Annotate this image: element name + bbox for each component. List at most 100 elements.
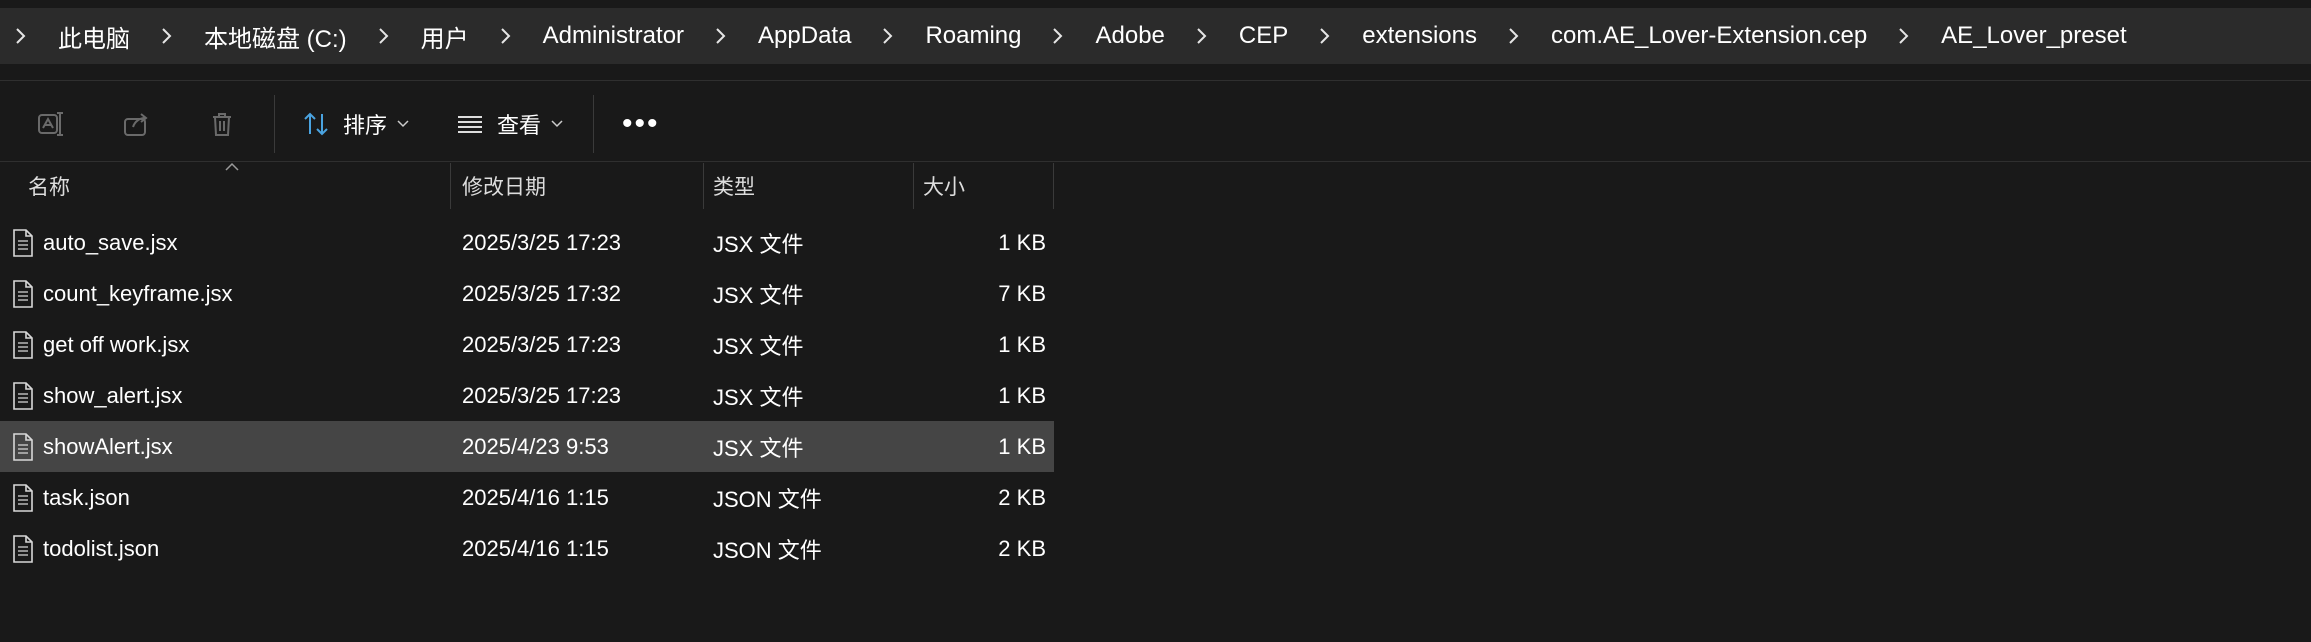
chevron-right-icon [500, 28, 511, 44]
share-icon [124, 113, 148, 136]
file-date: 2025/4/16 1:15 [462, 484, 609, 510]
more-options-button[interactable]: ••• [598, 107, 684, 141]
breadcrumb-link[interactable]: Administrator [519, 22, 708, 50]
toolbar-separator [593, 95, 595, 153]
breadcrumb-separator[interactable] [1891, 16, 1917, 56]
column-header-name-label: 名称 [28, 176, 70, 199]
chevron-right-icon [1053, 28, 1063, 44]
chevron-right-icon [162, 28, 172, 44]
sort-icon [304, 112, 328, 136]
chevron-down-icon [551, 120, 563, 128]
delete-button[interactable] [194, 100, 250, 148]
file-type: JSX 文件 [713, 435, 804, 461]
file-date: 2025/3/25 17:32 [462, 280, 622, 306]
file-date: 2025/3/25 17:23 [462, 382, 622, 408]
share-button[interactable] [108, 100, 164, 148]
file-name: get off work.jsx [43, 331, 190, 357]
file-icon [13, 432, 33, 461]
file-size: 2 KB [998, 484, 1046, 510]
toolbar-separator [274, 95, 275, 153]
column-resize-handle[interactable] [450, 163, 451, 209]
more-icon: ••• [622, 107, 660, 140]
breadcrumb-item: Roaming [875, 16, 1045, 56]
chevron-right-icon [378, 28, 389, 44]
breadcrumb-separator[interactable] [493, 16, 519, 56]
column-header-name[interactable]: 名称 [28, 163, 70, 209]
file-row[interactable]: auto_save.jsx 2025/3/25 17:23 JSX 文件 1 KB [0, 217, 1054, 268]
breadcrumb-separator[interactable] [154, 16, 180, 56]
column-header-type[interactable]: 类型 [713, 163, 755, 209]
file-name-cell: show_alert.jsx [12, 370, 182, 421]
file-type: JSX 文件 [713, 231, 804, 257]
breadcrumb-separator[interactable] [8, 16, 34, 56]
divider [0, 80, 2311, 81]
column-header-row: 名称 修改日期 类型 大小 [0, 163, 1054, 209]
file-date: 2025/3/25 17:23 [462, 229, 622, 255]
file-name-cell: count_keyframe.jsx [12, 268, 233, 319]
breadcrumb-link[interactable]: 本地磁盘 (C:) [180, 19, 371, 54]
file-row[interactable]: show_alert.jsx 2025/3/25 17:23 JSX 文件 1 KB [0, 370, 1054, 421]
file-size: 1 KB [998, 382, 1046, 408]
breadcrumb-link[interactable]: com.AE_Lover-Extension.cep [1527, 22, 1891, 50]
breadcrumb-item: 此电脑 [0, 16, 154, 56]
breadcrumb-item: 用户 [371, 16, 493, 56]
breadcrumb-separator[interactable] [708, 16, 734, 56]
breadcrumb-item: AE_Lover_preset [1891, 16, 2150, 56]
rename-button[interactable] [22, 100, 78, 148]
file-name: task.json [43, 484, 130, 510]
sort-button[interactable]: 排序 [289, 100, 421, 148]
breadcrumb-link[interactable]: AppData [734, 22, 875, 50]
column-resize-handle[interactable] [913, 163, 914, 209]
breadcrumb-separator[interactable] [371, 16, 397, 56]
file-row[interactable]: get off work.jsx 2025/3/25 17:23 JSX 文件 1 K… [0, 319, 1054, 370]
chevron-down-icon [397, 120, 409, 128]
file-list: auto_save.jsx 2025/3/25 17:23 JSX 文件 1 KB co… [0, 217, 1054, 574]
file-row[interactable]: task.json 2025/4/16 1:15 JSON 文件 2 KB [0, 472, 1054, 523]
file-name: showAlert.jsx [43, 433, 173, 459]
breadcrumb-separator[interactable] [1045, 16, 1071, 56]
file-name: show_alert.jsx [43, 382, 183, 408]
file-name-cell: showAlert.jsx [12, 421, 173, 472]
file-icon [13, 330, 33, 359]
file-row[interactable]: count_keyframe.jsx 2025/3/25 17:32 JSX 文件 7… [0, 268, 1054, 319]
breadcrumb-link[interactable]: 此电脑 [34, 19, 154, 54]
file-name: auto_save.jsx [43, 229, 178, 255]
divider [0, 161, 2311, 162]
column-header-size[interactable]: 大小 [923, 163, 965, 209]
file-name: todolist.json [43, 535, 160, 561]
breadcrumb-separator[interactable] [1501, 16, 1527, 56]
file-icon [13, 483, 33, 512]
view-label: 查看 [497, 113, 542, 138]
breadcrumb-link[interactable]: AE_Lover_preset [1917, 22, 2150, 50]
file-size: 1 KB [998, 433, 1046, 459]
view-button[interactable]: 查看 [443, 100, 575, 148]
breadcrumb-separator[interactable] [1312, 16, 1338, 56]
column-header-date[interactable]: 修改日期 [462, 163, 546, 209]
breadcrumb-link[interactable]: 用户 [397, 19, 493, 54]
chevron-right-icon [716, 28, 726, 44]
file-row[interactable]: showAlert.jsx 2025/4/23 9:53 JSX 文件 1 KB [0, 421, 1054, 472]
breadcrumb-link[interactable]: Adobe [1071, 22, 1188, 50]
breadcrumb-separator[interactable] [1189, 16, 1215, 56]
breadcrumb-link[interactable]: Roaming [901, 22, 1045, 50]
trash-icon [213, 113, 231, 136]
breadcrumb-link[interactable]: extensions [1338, 22, 1501, 50]
breadcrumb-link[interactable]: CEP [1215, 22, 1312, 50]
breadcrumb-separator[interactable] [875, 16, 901, 56]
breadcrumb-item: CEP [1189, 16, 1312, 56]
column-header-type-label: 类型 [713, 176, 755, 199]
chevron-right-icon [883, 28, 893, 44]
chevron-right-icon [1320, 28, 1330, 44]
column-resize-handle[interactable] [703, 163, 704, 209]
column-resize-handle[interactable] [1053, 163, 1054, 209]
file-size: 1 KB [998, 331, 1046, 357]
sort-label: 排序 [343, 113, 388, 138]
file-name-cell: auto_save.jsx [12, 217, 178, 268]
file-type: JSX 文件 [713, 333, 804, 359]
file-icon [13, 228, 33, 257]
file-name-cell: todolist.json [12, 523, 159, 574]
chevron-right-icon [1197, 28, 1207, 44]
breadcrumb-item: 本地磁盘 (C:) [154, 16, 371, 56]
file-row[interactable]: todolist.json 2025/4/16 1:15 JSON 文件 2 KB [0, 523, 1054, 574]
file-size: 7 KB [998, 280, 1046, 306]
